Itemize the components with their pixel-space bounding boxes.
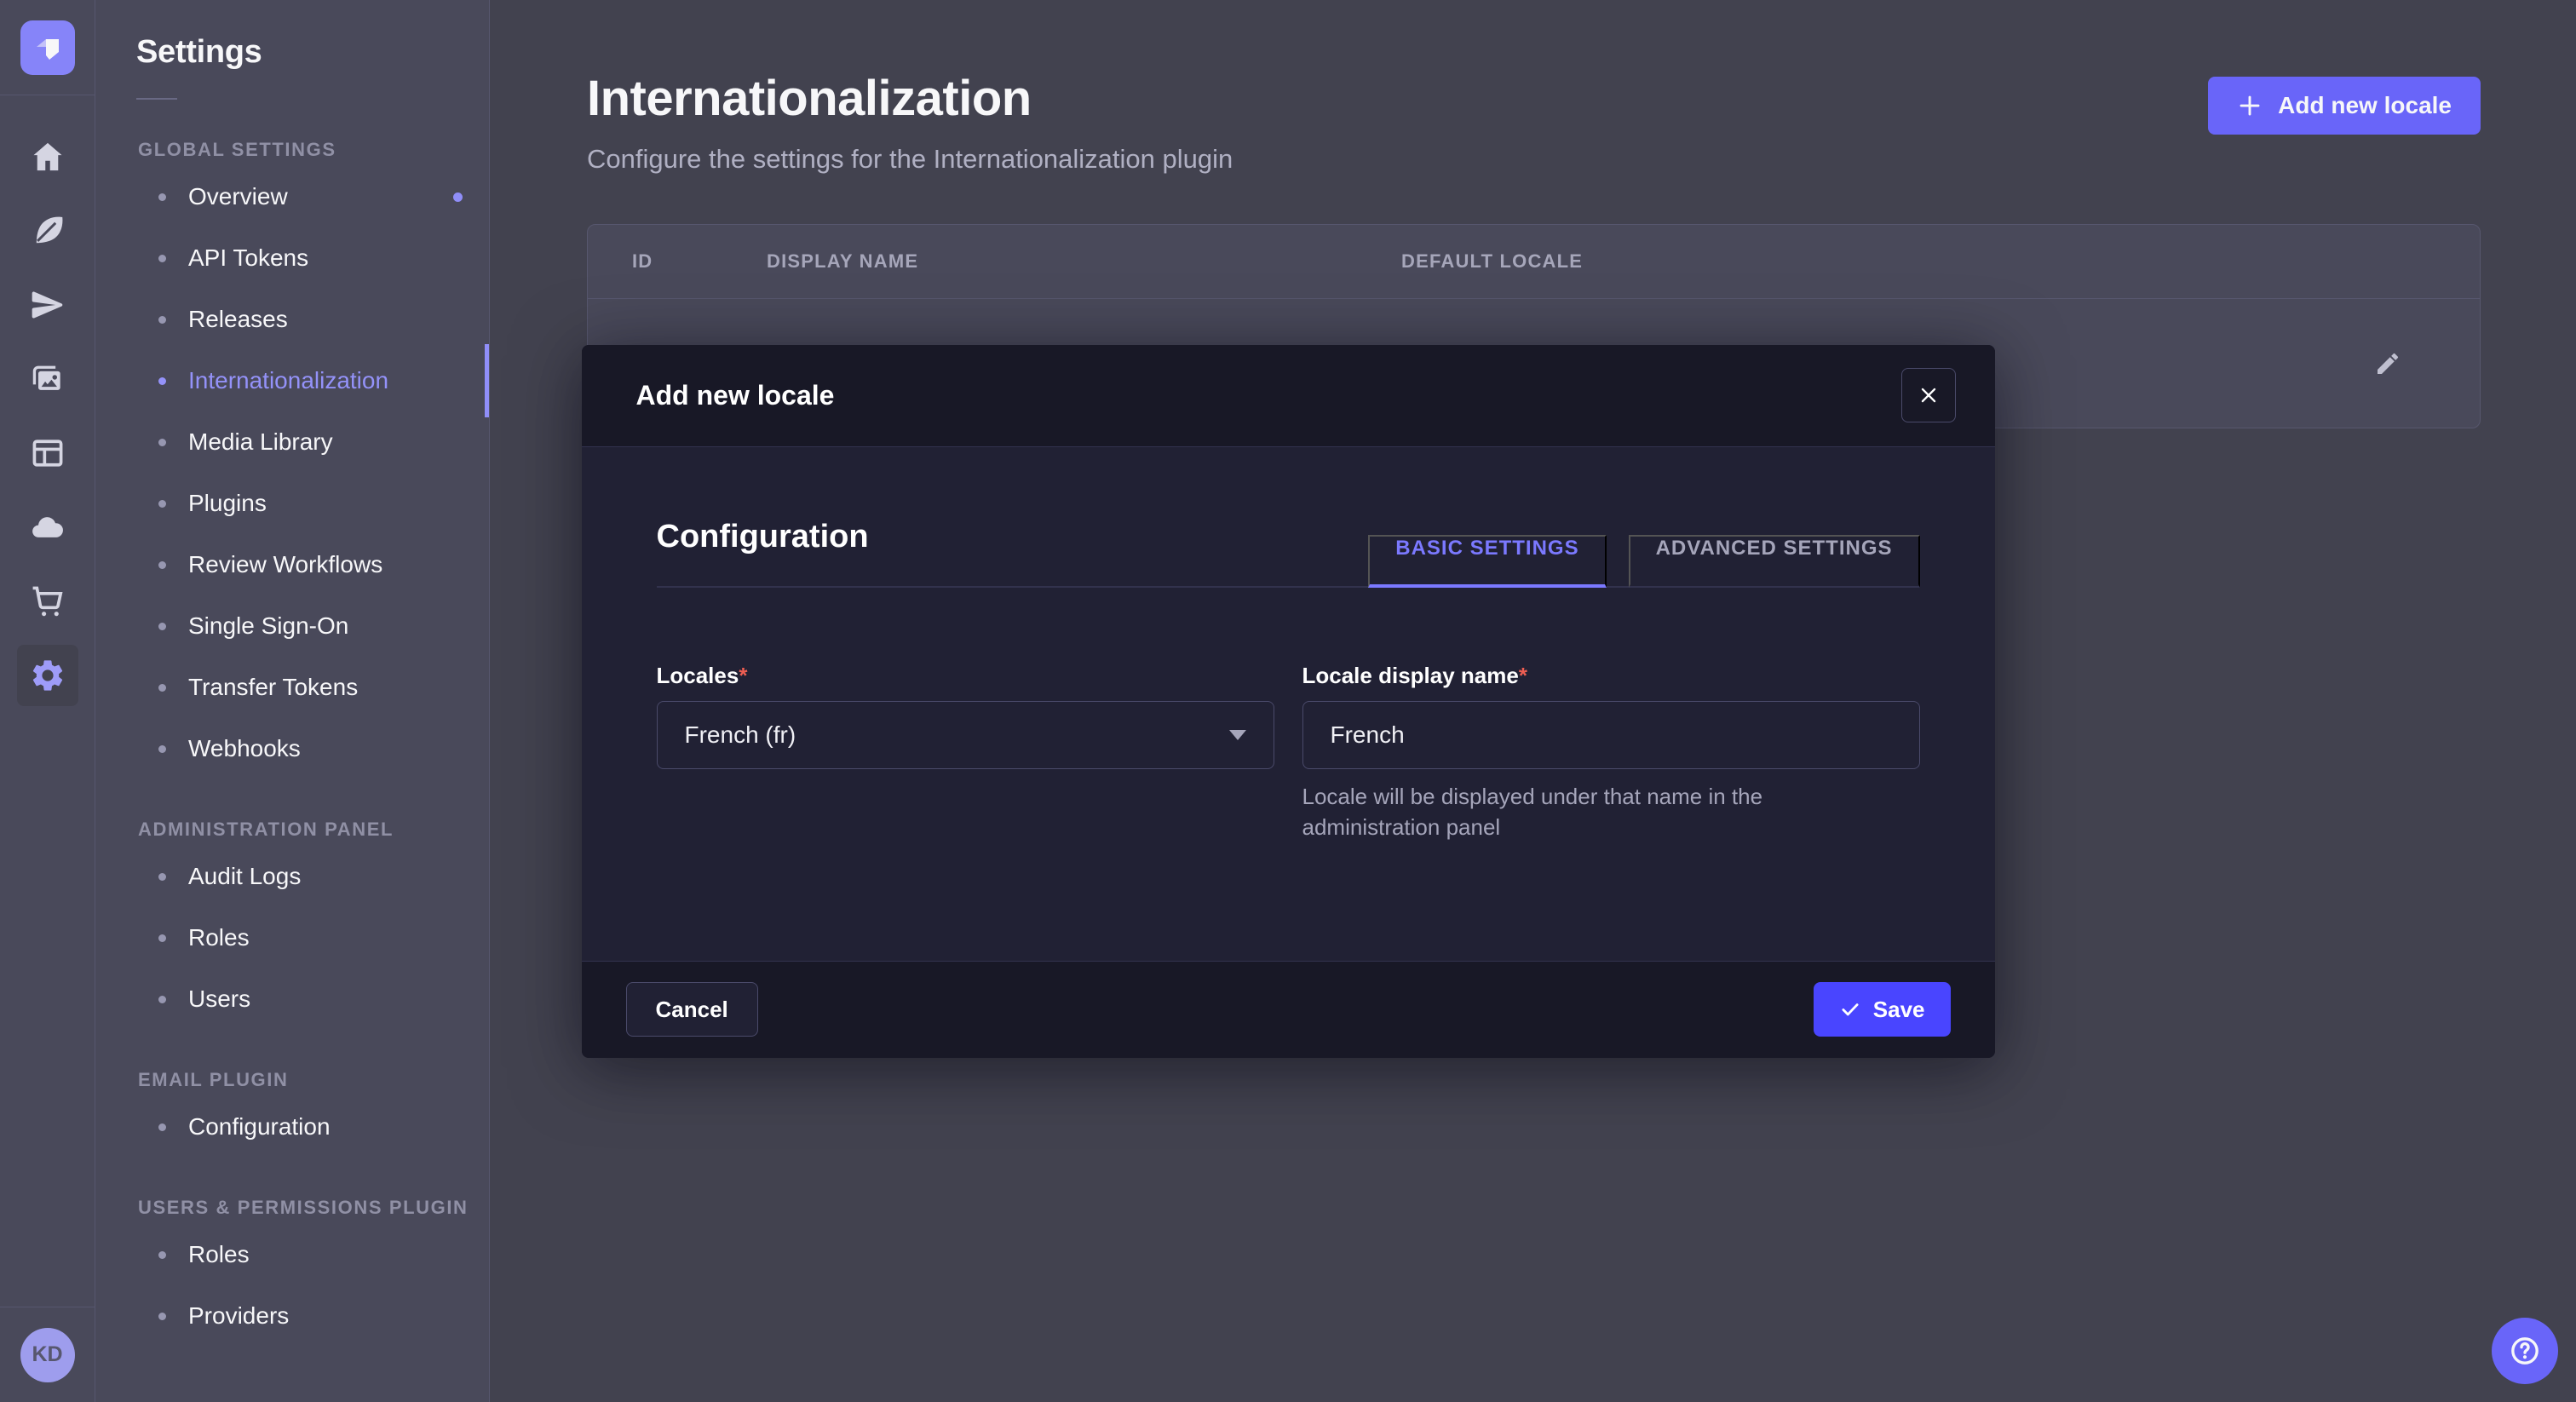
display-name-input[interactable]: [1302, 701, 1920, 769]
display-name-field-group: Locale display name* Locale will be disp…: [1302, 663, 1920, 844]
cancel-button[interactable]: Cancel: [626, 982, 758, 1037]
tab-advanced-settings[interactable]: ADVANCED SETTINGS: [1629, 535, 1920, 588]
chevron-down-icon: [1229, 730, 1246, 740]
tab-bar: BASIC SETTINGS ADVANCED SETTINGS: [1368, 535, 1919, 586]
modal-footer: Cancel Save: [582, 961, 1995, 1058]
config-header-row: Configuration BASIC SETTINGS ADVANCED SE…: [657, 519, 1920, 588]
app-root: KD Settings GLOBAL SETTINGS Overview API…: [0, 0, 2576, 1402]
check-icon: [1839, 998, 1861, 1020]
save-button[interactable]: Save: [1814, 982, 1951, 1037]
required-asterisk: *: [739, 663, 747, 688]
locales-select[interactable]: French (fr): [657, 701, 1274, 769]
save-label: Save: [1873, 997, 1925, 1023]
locales-select-value: French (fr): [685, 721, 796, 749]
required-asterisk: *: [1519, 663, 1527, 688]
locales-label: Locales*: [657, 663, 1274, 689]
modal-title: Add new locale: [636, 380, 835, 411]
display-name-label: Locale display name*: [1302, 663, 1920, 689]
modal-header: Add new locale: [582, 345, 1995, 447]
config-section-title: Configuration: [657, 519, 869, 586]
modal-body: Configuration BASIC SETTINGS ADVANCED SE…: [582, 447, 1995, 961]
display-name-hint: Locale will be displayed under that name…: [1302, 781, 1899, 844]
locales-field-group: Locales* French (fr): [657, 663, 1274, 844]
add-new-locale-modal: Add new locale Configuration BASIC SETTI…: [582, 345, 1995, 1058]
modal-layer: Add new locale Configuration BASIC SETTI…: [0, 0, 2576, 1402]
tab-basic-settings[interactable]: BASIC SETTINGS: [1368, 535, 1606, 588]
form-row: Locales* French (fr) Locale display name…: [657, 663, 1920, 844]
close-icon: [1918, 384, 1940, 406]
close-button[interactable]: [1901, 368, 1956, 422]
